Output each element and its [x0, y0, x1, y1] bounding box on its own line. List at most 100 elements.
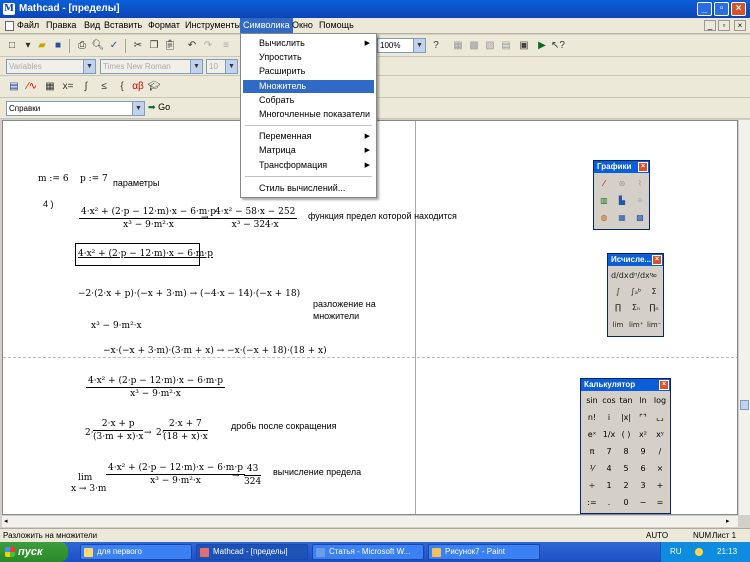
- menu-symbolics[interactable]: Символика: [240, 18, 293, 33]
- animate-icon[interactable]: ▩: [633, 211, 647, 225]
- document-icon[interactable]: [5, 21, 14, 31]
- left-limit-icon[interactable]: lim⁻: [647, 318, 661, 332]
- summation-icon[interactable]: Σ: [647, 285, 661, 299]
- contour-plot-icon[interactable]: ▥: [597, 194, 611, 208]
- tray-icon[interactable]: [695, 548, 703, 556]
- calculator-toolbar-icon[interactable]: ▤: [6, 79, 22, 94]
- limit-expression[interactable]: 4·x² + (2·p − 12·m)·x − 6·m·p x³ − 9·m²·…: [106, 463, 245, 486]
- calculator-key[interactable]: 9: [635, 445, 651, 459]
- boolean-toolbar-icon[interactable]: ≤: [96, 79, 112, 94]
- calculator-key[interactable]: =: [652, 496, 668, 510]
- p-definition[interactable]: p := 7: [80, 174, 108, 184]
- graphs-palette-header[interactable]: Графики ×: [594, 161, 649, 173]
- calculate-worksheet-icon[interactable]: ▶: [534, 38, 550, 53]
- limit-icon[interactable]: lim: [611, 318, 625, 332]
- menu-item-evaluate[interactable]: Вычислить ▶: [243, 37, 374, 50]
- resources-combo[interactable]: Справки ▼: [6, 101, 145, 116]
- vertical-scrollbar[interactable]: [738, 120, 750, 515]
- save-icon[interactable]: ■: [50, 38, 66, 53]
- selected-expression-box[interactable]: 4·x² + (2·p − 12·m)·x − 6·m·p: [75, 243, 213, 266]
- task-mathcad[interactable]: Mathcad - [пределы]: [196, 544, 308, 560]
- calculator-key[interactable]: 3: [635, 479, 651, 493]
- doc-close-button[interactable]: ×: [734, 20, 746, 31]
- minimize-button[interactable]: _: [697, 2, 712, 16]
- expression-1-result[interactable]: 4·x² − 58·x − 252 x³ − 324·x: [213, 207, 298, 230]
- calculator-key[interactable]: ln: [635, 394, 651, 408]
- calculator-key[interactable]: ( ): [618, 428, 634, 442]
- 3d-patch-icon[interactable]: ▦: [615, 211, 629, 225]
- derivative-icon[interactable]: d/dx: [611, 269, 629, 283]
- cut-icon[interactable]: ✂: [130, 38, 146, 53]
- greek-toolbar-icon[interactable]: αβ: [130, 79, 146, 94]
- definite-integral-icon[interactable]: ∫ₐᵇ: [629, 285, 643, 299]
- xy-plot-icon[interactable]: ⁄: [597, 177, 611, 191]
- calculator-key[interactable]: +: [652, 479, 668, 493]
- fraction-2[interactable]: 4·x² + (2·p − 12·m)·x − 6·m·p x³ − 9·m²·…: [86, 376, 225, 399]
- copy-icon[interactable]: ❐: [146, 38, 162, 53]
- evaluation-toolbar-icon[interactable]: x=: [60, 79, 76, 94]
- menu-format[interactable]: Формат: [148, 20, 180, 30]
- scatter-plot-icon[interactable]: ⁘: [633, 194, 647, 208]
- print-preview-icon[interactable]: 🔍︎: [90, 38, 106, 53]
- zoom-combo[interactable]: 100% ▼: [377, 38, 426, 53]
- menu-item-polynomial-coefficients[interactable]: Многочленные показатели: [243, 108, 374, 121]
- calculator-key[interactable]: cos: [601, 394, 617, 408]
- matrix-toolbar-icon[interactable]: ▦: [42, 79, 58, 94]
- graph-toolbar-icon[interactable]: ⁄∿: [24, 79, 40, 94]
- denominator-expression[interactable]: x³ − 9·m²·x: [91, 321, 142, 331]
- scroll-right-icon[interactable]: ▸: [726, 517, 734, 526]
- menu-file[interactable]: Файл: [17, 20, 39, 30]
- calculator-key[interactable]: −: [635, 496, 651, 510]
- calculator-key[interactable]: 8: [618, 445, 634, 459]
- vector-field-icon[interactable]: ◍: [597, 211, 611, 225]
- font-combo[interactable]: Times New Roman ▼: [100, 59, 203, 74]
- reduce-label[interactable]: дробь после сокращения: [231, 421, 336, 431]
- open-icon[interactable]: ▰: [34, 38, 50, 53]
- horizontal-scrollbar[interactable]: ◂ ▸: [2, 515, 738, 527]
- reduced-lhs-fraction[interactable]: 2·x + p (3·m + x)·x: [93, 419, 144, 442]
- calculator-key[interactable]: ⌞⌟: [652, 411, 668, 425]
- menu-item-transform[interactable]: Трансформация ▶: [243, 159, 374, 172]
- close-icon[interactable]: ×: [659, 380, 669, 390]
- menu-item-simplify[interactable]: Упростить: [243, 51, 374, 64]
- task-paint[interactable]: Рисунок7 - Paint: [428, 544, 540, 560]
- maximize-button[interactable]: ▫: [714, 2, 729, 16]
- expression-1[interactable]: 4·x² + (2·p − 12·m)·x − 6·m·p x³ − 9·m²·…: [79, 207, 218, 230]
- doc-minimize-button[interactable]: _: [704, 20, 716, 31]
- indefinite-integral-icon[interactable]: ∫: [611, 285, 625, 299]
- close-icon[interactable]: ×: [652, 255, 662, 265]
- start-button[interactable]: пуск: [0, 542, 68, 562]
- infinity-icon[interactable]: ∞: [647, 269, 661, 283]
- menu-item-matrix[interactable]: Матрица ▶: [243, 144, 374, 157]
- symbolic-toolbar-icon[interactable]: 🎓︎: [146, 79, 162, 94]
- surface-plot-icon[interactable]: ⌇: [633, 177, 647, 191]
- polar-plot-icon[interactable]: ⊛: [615, 177, 629, 191]
- factor-label[interactable]: разложение на множители: [313, 298, 393, 322]
- calculator-key[interactable]: 1/x: [601, 428, 617, 442]
- menu-edit[interactable]: Правка: [46, 20, 76, 30]
- align-across-icon[interactable]: ≡: [218, 38, 234, 53]
- menu-view[interactable]: Вид: [84, 20, 100, 30]
- redo-icon[interactable]: ↷: [200, 38, 216, 53]
- spell-check-icon[interactable]: ✓: [106, 38, 122, 53]
- calculator-key[interactable]: tan: [618, 394, 634, 408]
- menu-insert[interactable]: Вставить: [104, 20, 142, 30]
- menu-window[interactable]: Окно: [292, 20, 313, 30]
- calculator-key[interactable]: x²: [635, 428, 651, 442]
- task-folder[interactable]: для первого: [80, 544, 192, 560]
- nth-derivative-icon[interactable]: dⁿ/dxⁿ: [629, 269, 653, 283]
- calculator-key[interactable]: sin: [584, 394, 600, 408]
- params-label[interactable]: параметры: [113, 178, 159, 188]
- menu-item-collect[interactable]: Собрать: [243, 94, 374, 107]
- info-icon[interactable]: ▩: [466, 38, 482, 53]
- paste-icon[interactable]: 📋︎: [162, 38, 178, 53]
- print-icon[interactable]: ⎙: [74, 38, 90, 53]
- calculator-key[interactable]: 2: [618, 479, 634, 493]
- calculator-key[interactable]: ⌜⌝: [635, 411, 651, 425]
- calculator-key[interactable]: 0: [618, 496, 634, 510]
- range-summation-icon[interactable]: Σₙ: [629, 301, 643, 315]
- scroll-thumb[interactable]: [740, 400, 749, 410]
- calculator-palette-header[interactable]: Калькулятор ×: [581, 379, 670, 391]
- help-icon[interactable]: ?: [428, 38, 444, 53]
- calculator-key[interactable]: 1: [601, 479, 617, 493]
